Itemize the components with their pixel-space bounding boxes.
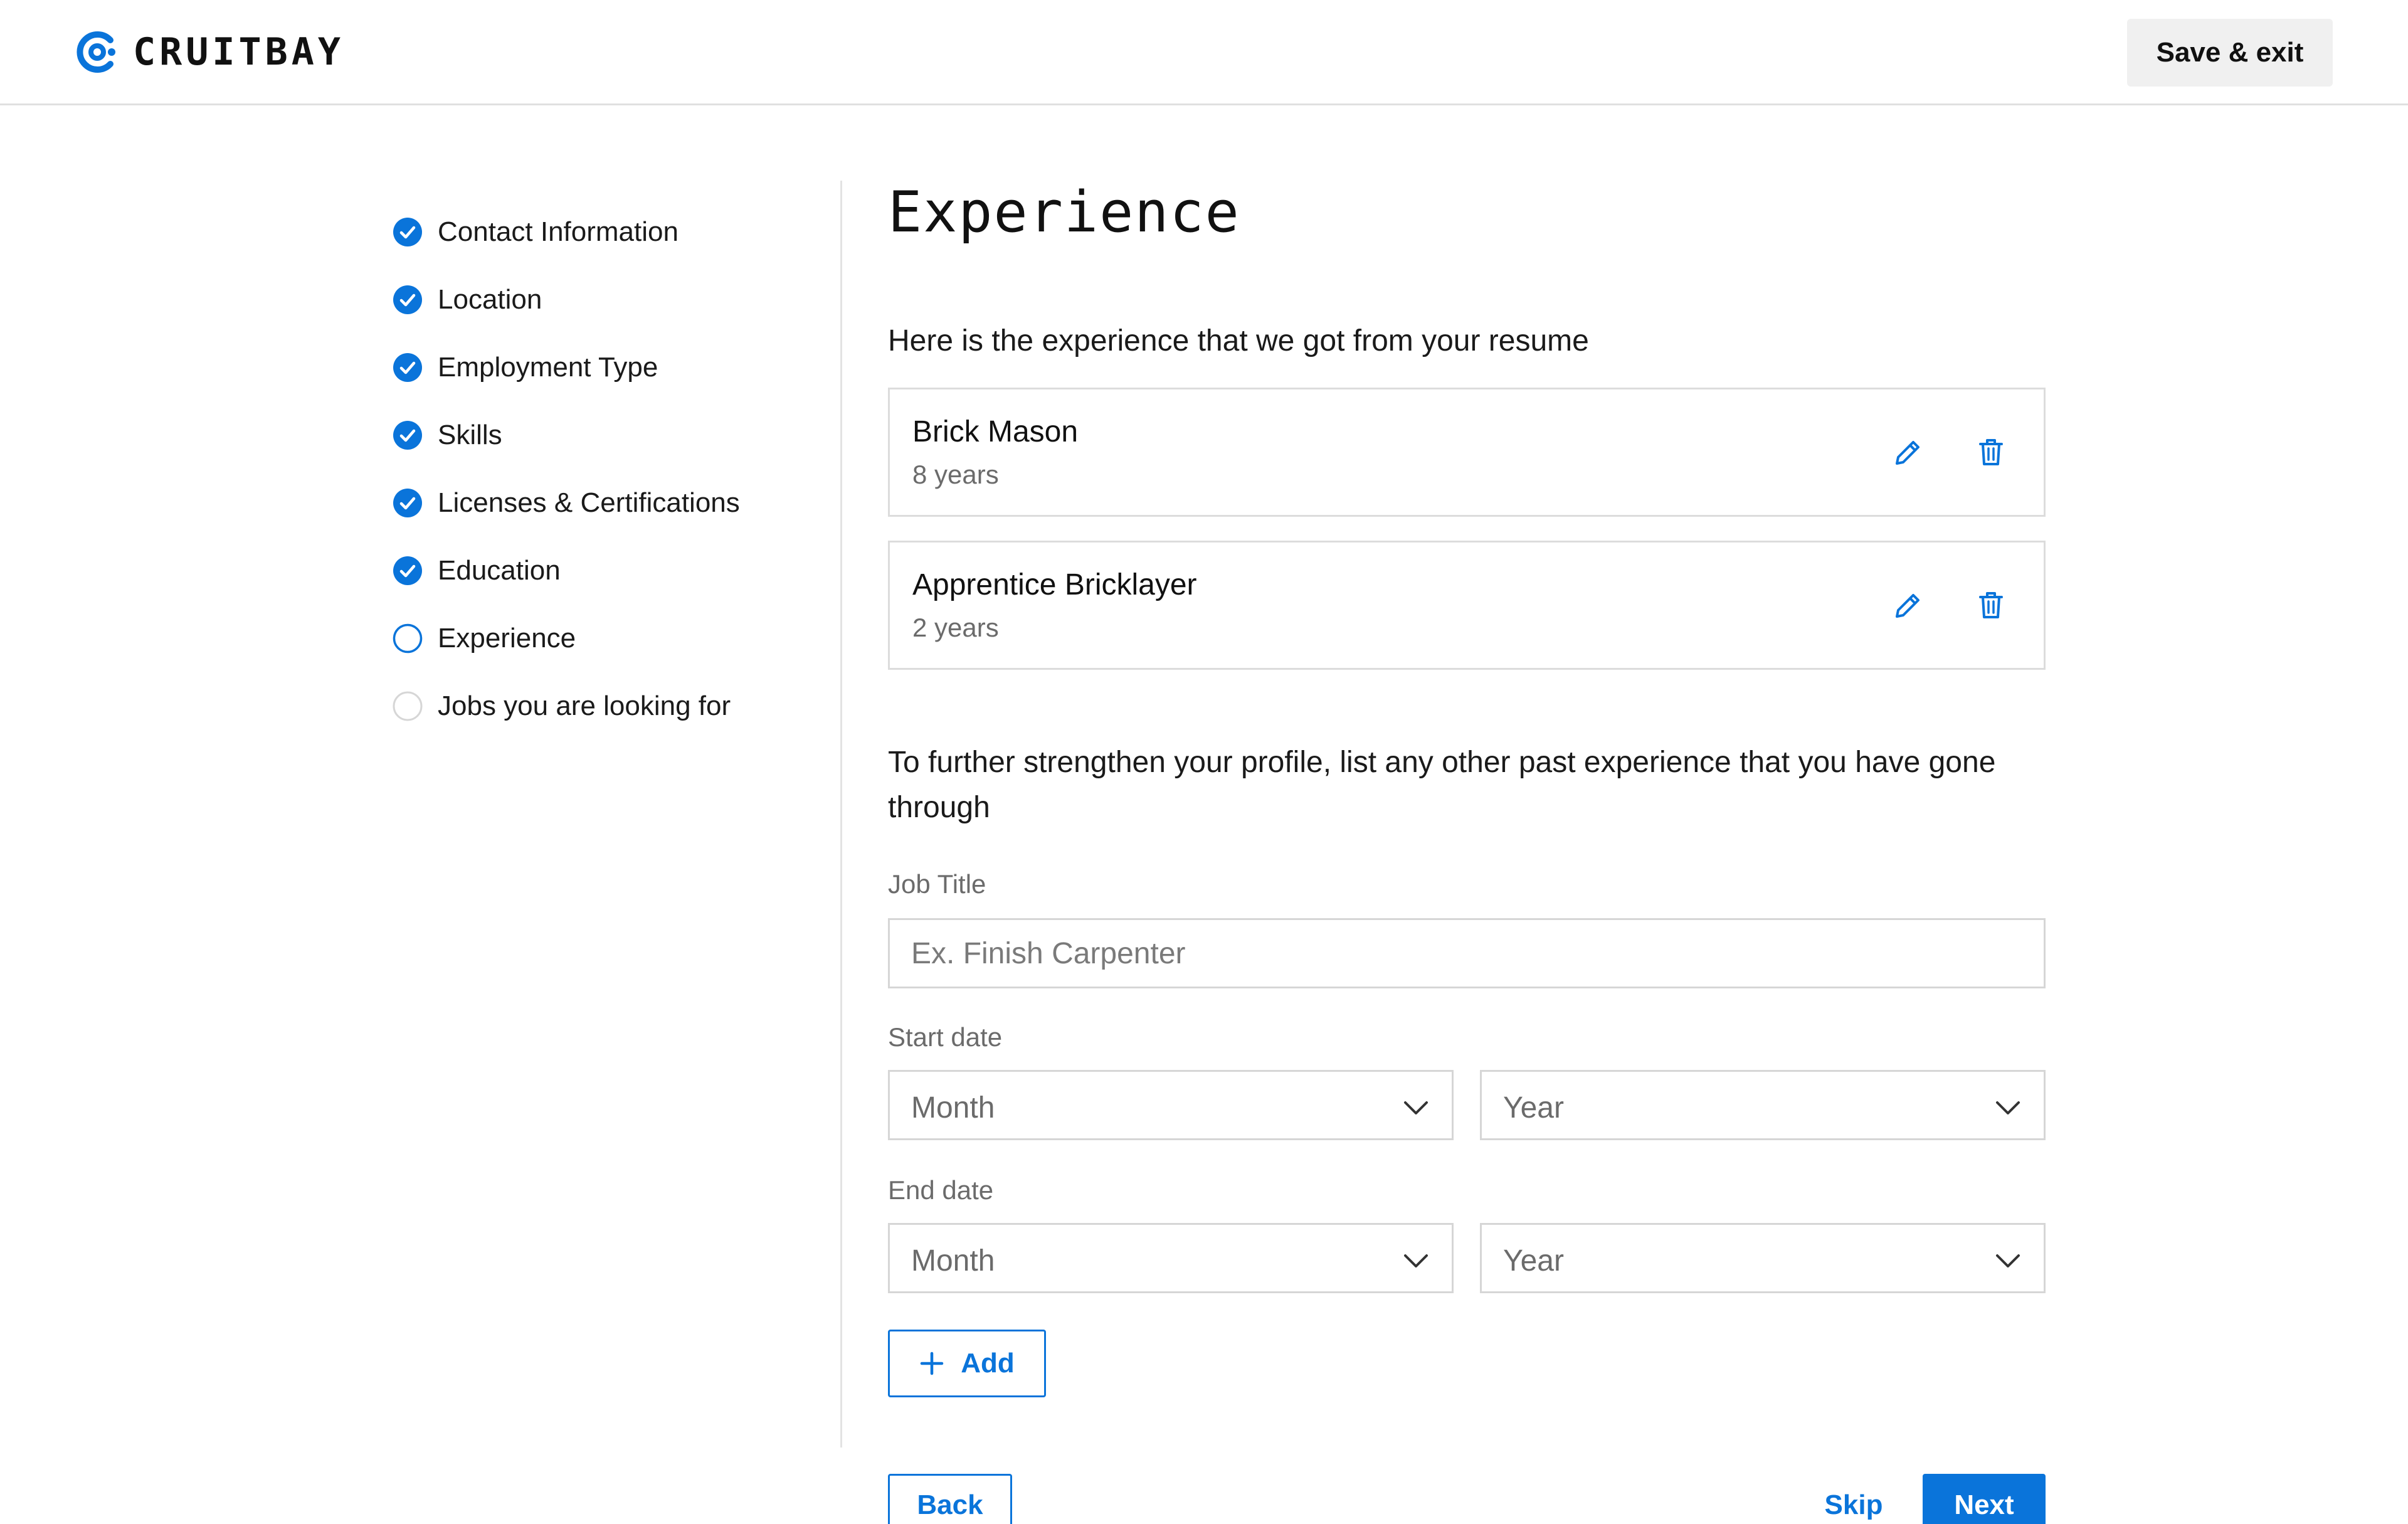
further-experience-text: To further strengthen your profile, list… (888, 746, 1996, 824)
experience-card: Apprentice Bricklayer 2 years (888, 541, 2046, 670)
next-button[interactable]: Next (1923, 1474, 2046, 1524)
check-circle-icon (393, 556, 422, 585)
add-experience-button[interactable]: Add (888, 1330, 1046, 1397)
step-label: Location (438, 284, 542, 315)
step-location[interactable]: Location (393, 266, 740, 334)
sidebar-divider (840, 181, 842, 1447)
plus-icon (920, 1352, 944, 1375)
step-label: Education (438, 555, 561, 586)
brand-name: CRUITBAY (133, 30, 344, 74)
check-circle-icon (393, 421, 422, 450)
step-label: Experience (438, 623, 576, 654)
delete-experience-button[interactable] (1972, 586, 2010, 624)
select-value: Month (911, 1244, 995, 1278)
step-employment-type[interactable]: Employment Type (393, 334, 740, 401)
job-title-input[interactable] (888, 918, 2046, 988)
current-step-circle-icon (393, 623, 423, 654)
end-date-label: End date (888, 1175, 994, 1205)
step-contact-information[interactable]: Contact Information (393, 198, 740, 266)
cruitbay-logo-icon (77, 31, 115, 73)
job-title-label: Job Title (888, 869, 986, 899)
check-circle-icon (393, 353, 422, 382)
step-label: Skills (438, 420, 502, 450)
experience-title: Apprentice Bricklayer (912, 568, 1197, 601)
resume-intro-text: Here is the experience that we got from … (888, 324, 1589, 357)
end-year-select[interactable]: Year (1480, 1223, 2046, 1293)
back-button[interactable]: Back (888, 1474, 1012, 1524)
start-date-label: Start date (888, 1022, 1003, 1052)
experience-card: Brick Mason 8 years (888, 388, 2046, 517)
progress-steps: Contact Information Location Employment … (393, 198, 740, 740)
step-licenses-certifications[interactable]: Licenses & Certifications (393, 469, 740, 537)
pencil-icon (1896, 441, 1920, 465)
trash-icon (1979, 439, 2003, 465)
check-circle-icon (393, 489, 422, 517)
brand-logo[interactable]: CRUITBAY (74, 29, 344, 75)
select-value: Year (1503, 1244, 1564, 1278)
end-month-select[interactable]: Month (888, 1223, 1454, 1293)
select-value: Year (1503, 1091, 1564, 1124)
add-label: Add (961, 1348, 1015, 1378)
start-month-select[interactable]: Month (888, 1070, 1454, 1140)
check-circle-icon (393, 285, 422, 314)
save-exit-button[interactable]: Save & exit (2127, 19, 2333, 87)
edit-experience-button[interactable] (1889, 586, 1927, 624)
chevron-down-icon (1996, 1254, 2020, 1267)
experience-duration: 2 years (912, 613, 999, 642)
step-label: Licenses & Certifications (438, 487, 740, 518)
skip-button[interactable]: Skip (1797, 1474, 1910, 1524)
step-skills[interactable]: Skills (393, 401, 740, 469)
trash-icon (1979, 592, 2003, 618)
step-label: Employment Type (438, 352, 658, 383)
experience-title: Brick Mason (912, 415, 1079, 448)
chevron-down-icon (1404, 1101, 1428, 1114)
step-label: Contact Information (438, 216, 679, 247)
page: CRUITBAY Save & exit Contact Information… (0, 0, 2408, 1524)
chevron-down-icon (1404, 1254, 1428, 1267)
step-label: Jobs you are looking for (438, 691, 731, 721)
check-circle-icon (393, 218, 422, 246)
page-title: Experience (888, 179, 1240, 245)
step-education[interactable]: Education (393, 537, 740, 605)
experience-duration: 8 years (912, 460, 999, 489)
step-jobs-looking-for[interactable]: Jobs you are looking for (393, 672, 740, 740)
edit-experience-button[interactable] (1889, 433, 1927, 471)
top-header: CRUITBAY Save & exit (0, 0, 2408, 105)
pending-step-circle-icon (393, 691, 423, 721)
chevron-down-icon (1996, 1101, 2020, 1114)
pencil-icon (1896, 594, 1920, 618)
step-experience[interactable]: Experience (393, 605, 740, 672)
delete-experience-button[interactable] (1972, 433, 2010, 471)
select-value: Month (911, 1091, 995, 1124)
start-year-select[interactable]: Year (1480, 1070, 2046, 1140)
